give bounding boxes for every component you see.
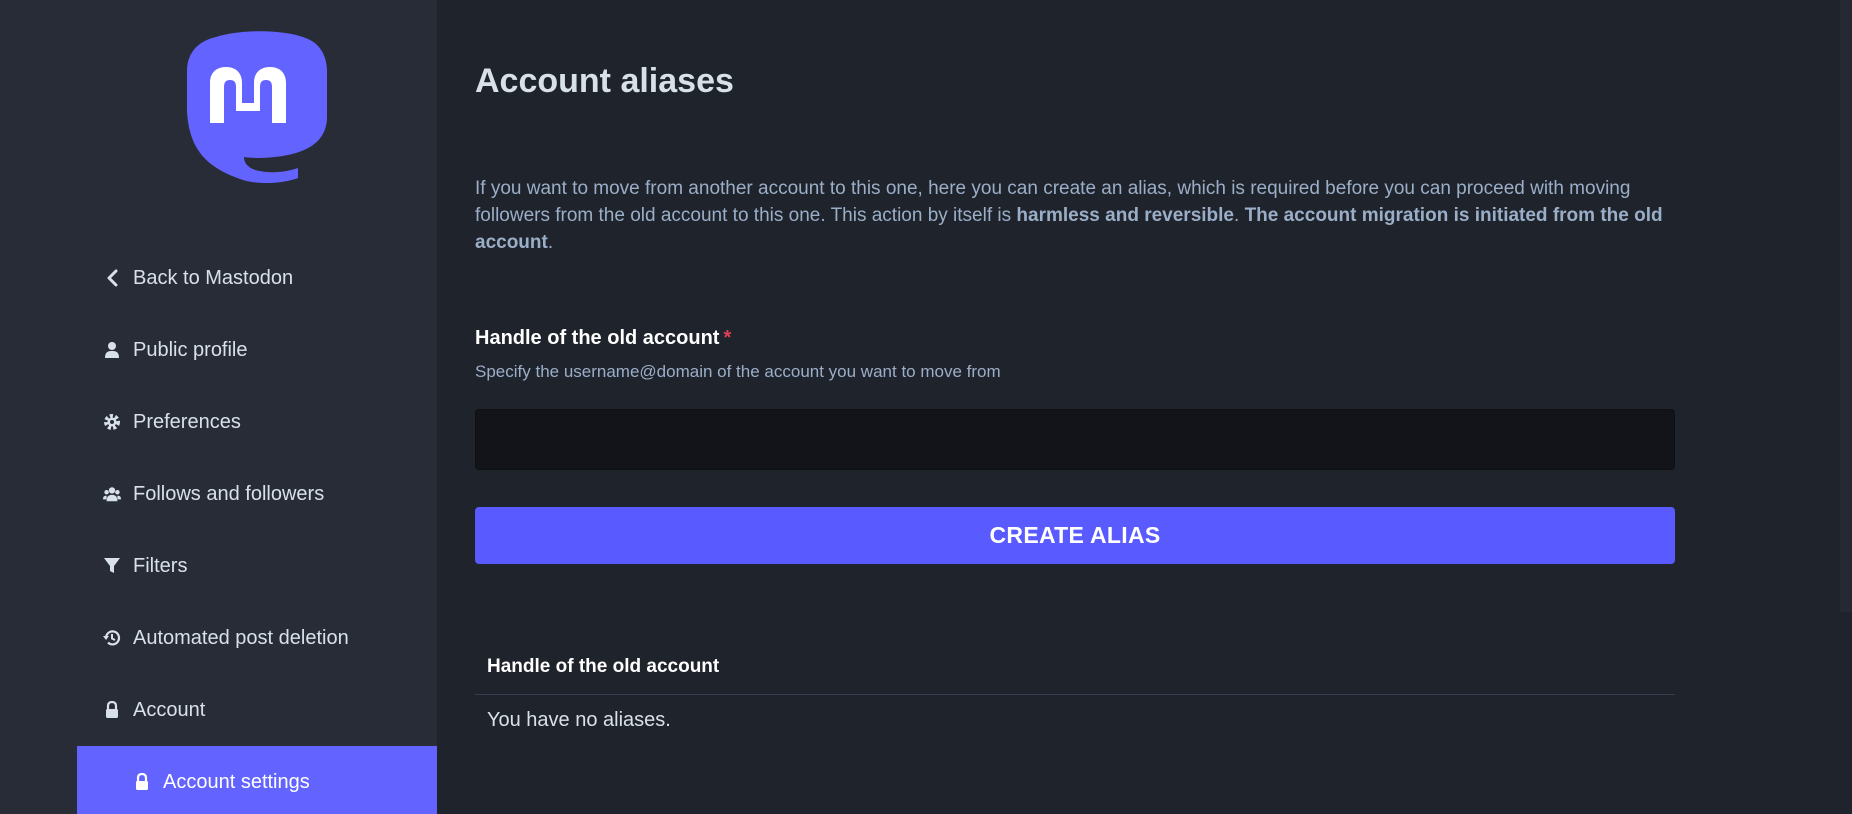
sidebar-item-label: Preferences: [133, 410, 241, 433]
users-icon: [103, 485, 121, 503]
table-header: Handle of the old account: [475, 640, 1675, 695]
sidebar-item-back-to-mastodon[interactable]: Back to Mastodon: [77, 242, 437, 314]
sidebar-item-label: Public profile: [133, 338, 248, 361]
sidebar-item-label: Account: [133, 698, 206, 721]
sidebar-item-automated-post-deletion[interactable]: Automated post deletion: [77, 602, 437, 674]
scrollbar[interactable]: [1840, 0, 1852, 612]
intro-emphasis: harmless and reversible: [1016, 205, 1234, 226]
main-content: Account aliases If you want to move from…: [437, 0, 1852, 814]
chevron-left-icon: [103, 269, 121, 287]
intro-separator: .: [1234, 205, 1245, 226]
required-marker: *: [723, 327, 732, 349]
aliases-table: Handle of the old account You have no al…: [475, 640, 1675, 746]
old-account-handle-label: Handle of the old account *: [475, 327, 731, 350]
sidebar-item-public-profile[interactable]: Public profile: [77, 314, 437, 386]
sidebar-item-label: Follows and followers: [133, 482, 325, 505]
sidebar-item-preferences[interactable]: Preferences: [77, 386, 437, 458]
create-alias-button[interactable]: CREATE ALIAS: [475, 507, 1675, 564]
intro-text: If you want to move from another account…: [475, 175, 1665, 256]
mastodon-logo-icon[interactable]: [186, 31, 328, 183]
field-hint: Specify the username@domain of the accou…: [475, 362, 1001, 381]
sidebar-item-follows-and-followers[interactable]: Follows and followers: [77, 458, 437, 530]
history-icon: [103, 629, 121, 647]
sidebar-item-label: Account settings: [163, 770, 310, 793]
sidebar-item-account[interactable]: Account: [77, 674, 437, 746]
lock-icon: [103, 701, 121, 719]
sidebar-item-label: Filters: [133, 554, 188, 577]
old-account-handle-input[interactable]: [475, 409, 1675, 470]
table-empty-message: You have no aliases.: [487, 709, 671, 731]
field-label-text: Handle of the old account: [475, 327, 720, 349]
lock-icon: [133, 773, 151, 791]
sidebar-item-label: Back to Mastodon: [133, 266, 294, 289]
filter-icon: [103, 557, 121, 575]
gear-icon: [103, 413, 121, 431]
sidebar-item-account-settings[interactable]: Account settings: [77, 746, 437, 814]
sidebar-item-filters[interactable]: Filters: [77, 530, 437, 602]
page-title: Account aliases: [475, 62, 734, 100]
sidebar: Back to Mastodon Public profile Preferen…: [0, 0, 437, 814]
intro-end: .: [547, 232, 554, 253]
app-window: Back to Mastodon Public profile Preferen…: [0, 0, 1852, 814]
user-icon: [103, 341, 121, 359]
settings-nav: Back to Mastodon Public profile Preferen…: [77, 242, 437, 814]
sidebar-item-label: Automated post deletion: [133, 626, 349, 649]
